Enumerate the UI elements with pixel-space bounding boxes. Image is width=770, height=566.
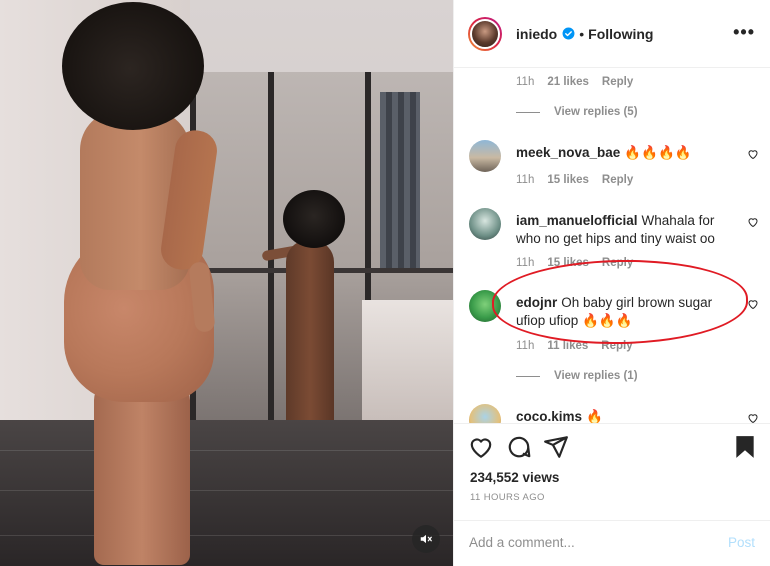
comment-meta: 11h 15 likes Reply (516, 174, 633, 186)
reply-button[interactable]: Reply (602, 76, 633, 88)
floor (0, 420, 453, 566)
commenter-username[interactable]: edojnr (516, 295, 557, 310)
comment-likes[interactable]: 15 likes (547, 257, 589, 269)
post-button[interactable]: Post (728, 535, 755, 550)
comment-item: meek_nova_bae 🔥🔥🔥🔥 11h 15 likes Reply (469, 140, 759, 200)
more-options-icon[interactable]: ••• (733, 22, 755, 43)
comment-text: edojnr Oh baby girl brown sugar ufiop ufi… (516, 294, 738, 330)
comment-item: iam_manuelofficial Whahala for who no get… (469, 208, 759, 278)
post-timestamp: 11 HOURS AGO (470, 492, 545, 503)
reply-button[interactable]: Reply (602, 174, 633, 186)
reply-button[interactable]: Reply (601, 340, 632, 352)
comment-text: iam_manuelofficial Whahala for who no get… (516, 212, 738, 248)
bed (362, 300, 453, 420)
commenter-avatar[interactable] (469, 208, 501, 240)
author-avatar[interactable] (468, 16, 502, 51)
view-replies-label: View replies (1) (554, 370, 638, 382)
figure-hair (62, 2, 204, 130)
comments-list[interactable]: 11h 21 likes Reply View replies (5) meek… (454, 68, 770, 423)
reflection-hair (283, 190, 345, 248)
fire-emoji: 🔥🔥🔥🔥 (624, 145, 692, 160)
mirror-frame (268, 72, 274, 462)
comment-icon[interactable] (506, 434, 532, 460)
comment-input[interactable] (469, 535, 709, 550)
mute-button[interactable] (412, 525, 440, 553)
commenter-avatar[interactable] (469, 140, 501, 172)
muted-speaker-icon (420, 534, 432, 544)
divider-line (516, 111, 540, 113)
view-replies-label: View replies (5) (554, 106, 638, 118)
comment-time: 11h (516, 340, 535, 352)
comment-item: edojnr Oh baby girl brown sugar ufiop ufi… (469, 290, 759, 360)
following-button[interactable]: Following (588, 26, 653, 42)
like-comment-icon[interactable] (747, 216, 759, 228)
comment-time: 11h (516, 257, 535, 269)
add-comment-bar: Post (454, 520, 770, 566)
comment-likes[interactable]: 15 likes (547, 174, 589, 186)
reflection-body (286, 240, 334, 435)
fire-emoji: 🔥🔥🔥 (582, 313, 633, 328)
view-replies-button[interactable]: View replies (5) (516, 106, 638, 118)
comment-text: meek_nova_bae 🔥🔥🔥🔥 (516, 144, 738, 162)
comment-item: coco.kims 🔥 (469, 404, 759, 423)
comment-likes[interactable]: 21 likes (547, 76, 589, 88)
commenter-avatar[interactable] (469, 404, 501, 423)
post-sidebar: iniedo • Following ••• 11h 21 likes Repl… (453, 0, 770, 566)
comment-time: 11h (516, 76, 535, 88)
commenter-username[interactable]: meek_nova_bae (516, 145, 620, 160)
heart-icon[interactable] (468, 434, 494, 460)
comment-likes[interactable]: 11 likes (547, 340, 588, 352)
reply-button[interactable]: Reply (602, 257, 633, 269)
like-comment-icon[interactable] (747, 148, 759, 160)
post-video[interactable] (0, 0, 453, 566)
curtain (380, 92, 420, 272)
comment-text: coco.kims 🔥 (516, 408, 738, 423)
share-icon[interactable] (543, 434, 569, 460)
post-header: iniedo • Following ••• (454, 0, 770, 68)
fire-emoji: 🔥 (586, 409, 603, 423)
like-comment-icon[interactable] (747, 298, 759, 310)
divider-line (516, 375, 540, 377)
comment-meta: 11h 11 likes Reply (516, 340, 633, 352)
author-username[interactable]: iniedo (516, 26, 557, 42)
figure-legs (94, 380, 190, 565)
commenter-avatar[interactable] (469, 290, 501, 322)
comment-meta: 11h 15 likes Reply (516, 257, 633, 269)
like-comment-icon[interactable] (747, 412, 759, 423)
comment-time: 11h (516, 174, 535, 186)
save-icon[interactable] (732, 434, 758, 460)
view-count[interactable]: 234,552 views (470, 470, 559, 485)
commenter-username[interactable]: coco.kims (516, 409, 582, 423)
view-replies-button[interactable]: View replies (1) (516, 370, 638, 382)
comment-meta: 11h 21 likes Reply (516, 76, 633, 88)
commenter-username[interactable]: iam_manuelofficial (516, 213, 638, 228)
post-actions: 234,552 views 11 HOURS AGO Post (454, 423, 770, 566)
separator-dot: • (579, 25, 585, 42)
verified-badge-icon (562, 27, 575, 40)
